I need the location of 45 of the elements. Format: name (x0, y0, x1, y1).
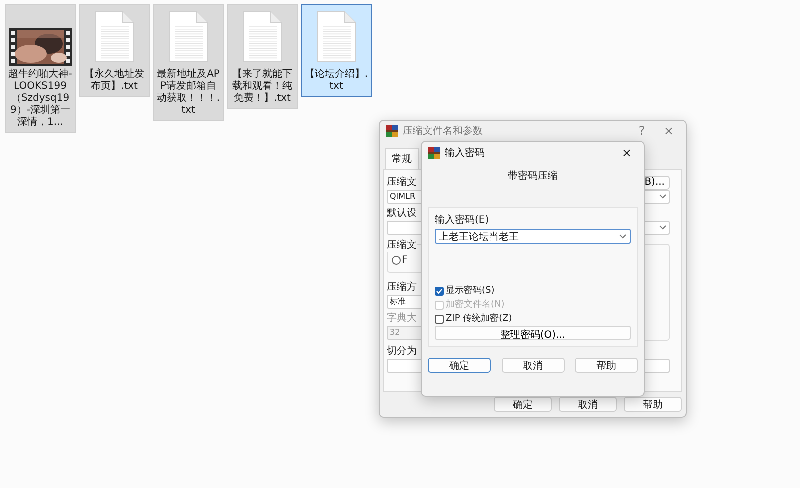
field-label: 切分为 (387, 344, 417, 359)
field-label: 输入密码(E) (435, 214, 490, 228)
help-button[interactable]: ? (631, 124, 653, 138)
window-title: 输入密码 (445, 146, 486, 160)
file-item[interactable]: 【永久地址发布页】.txt (79, 4, 150, 97)
checkbox[interactable]: ZIP 传统加密(Z) (435, 312, 631, 326)
text-document-icon (316, 11, 356, 63)
chevron-icon (619, 234, 627, 239)
organize-passwords-button[interactable]: 整理密码(O)... (435, 326, 631, 340)
file-item[interactable]: 最新地址及APP请发邮箱自动获取！！！.txt (153, 4, 224, 121)
archive-app-icon (428, 146, 440, 158)
field-label: 字典大 (387, 312, 417, 326)
dialog-button[interactable]: 帮助 (575, 358, 638, 373)
dialog-button[interactable]: 取消 (559, 397, 617, 412)
dialog-heading: 带密码压缩 (508, 170, 558, 183)
chevron-icon (659, 194, 667, 200)
archive-app-icon (386, 125, 398, 138)
dialog-button[interactable]: 帮助 (624, 397, 682, 412)
dialog-button[interactable]: 确定 (428, 358, 491, 373)
text-document-icon (94, 11, 134, 63)
format-radio[interactable]: F (392, 254, 408, 266)
group-label: 压缩文 (387, 238, 417, 252)
text-document-icon (168, 11, 208, 63)
checkmark-icon (436, 288, 443, 294)
file-item[interactable]: 【论坛介绍】.txt (301, 4, 372, 97)
dialog-button[interactable]: 确定 (494, 397, 552, 412)
close-button[interactable]: × (616, 146, 638, 160)
checkbox[interactable]: 显示密码(S) (435, 284, 631, 298)
close-button[interactable]: × (658, 124, 680, 138)
field-label: 压缩文 (387, 176, 417, 190)
chevron-icon (659, 225, 667, 230)
file-name: 【论坛介绍】.txt (304, 69, 369, 93)
file-name: 超牛约啪大神-LOOKS199（Szdysq199）-深圳第一深情，1... (8, 69, 73, 129)
file-name: 【永久地址发布页】.txt (84, 69, 146, 93)
window-title: 压缩文件名和参数 (403, 124, 484, 138)
field-label: 默认设 (387, 206, 417, 221)
password-field[interactable]: 上老王论坛当老王 (435, 229, 631, 244)
file-name: 【来了就能下载和观看！纯免费！】.txt (232, 69, 294, 105)
file-name: 最新地址及APP请发邮箱自动获取！！！.txt (156, 69, 221, 117)
file-item[interactable]: 【来了就能下载和观看！纯免费！】.txt (227, 4, 298, 109)
dialog-button[interactable]: 取消 (502, 358, 564, 373)
tab[interactable]: 常规 (385, 148, 419, 169)
file-item[interactable]: 超牛约啪大神-LOOKS199（Szdysq199）-深圳第一深情，1... (5, 4, 76, 133)
field-label: 压缩方 (387, 280, 417, 295)
text-document-icon (242, 11, 282, 63)
